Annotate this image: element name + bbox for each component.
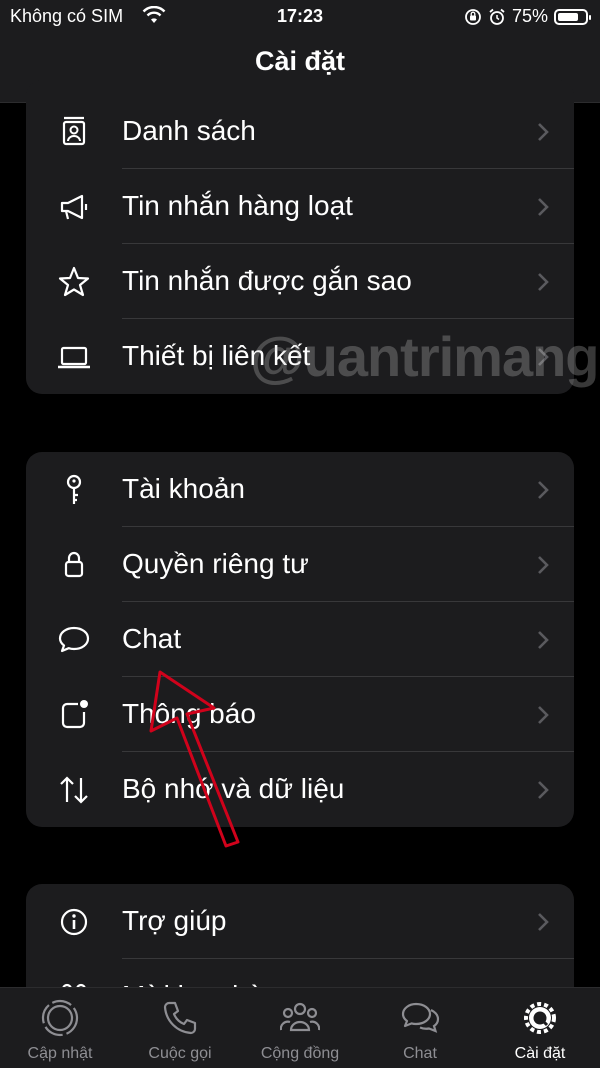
tab-label: Chat [403,1045,437,1062]
tab-chats[interactable]: Chat [360,988,480,1068]
tab-label: Cuộc gọi [148,1045,212,1062]
tab-settings[interactable]: Cài đặt [480,988,600,1068]
community-icon [280,1002,320,1032]
updates-icon [41,999,79,1037]
tab-bar: Cập nhật Cuộc gọi Cộng đồng Chat Cài đặt [0,987,600,1068]
settings-gear-icon [524,1002,556,1034]
tab-calls[interactable]: Cuộc gọi [120,988,240,1068]
tab-communities[interactable]: Cộng đồng [240,988,360,1068]
tab-label: Cộng đồng [260,1045,340,1062]
tab-updates[interactable]: Cập nhật [0,988,120,1068]
tab-label: Cập nhật [27,1045,93,1062]
tab-label: Cài đặt [514,1045,566,1062]
phone-icon [163,1001,197,1035]
annotation-arrow [149,670,240,848]
chats-icon [401,1002,440,1033]
